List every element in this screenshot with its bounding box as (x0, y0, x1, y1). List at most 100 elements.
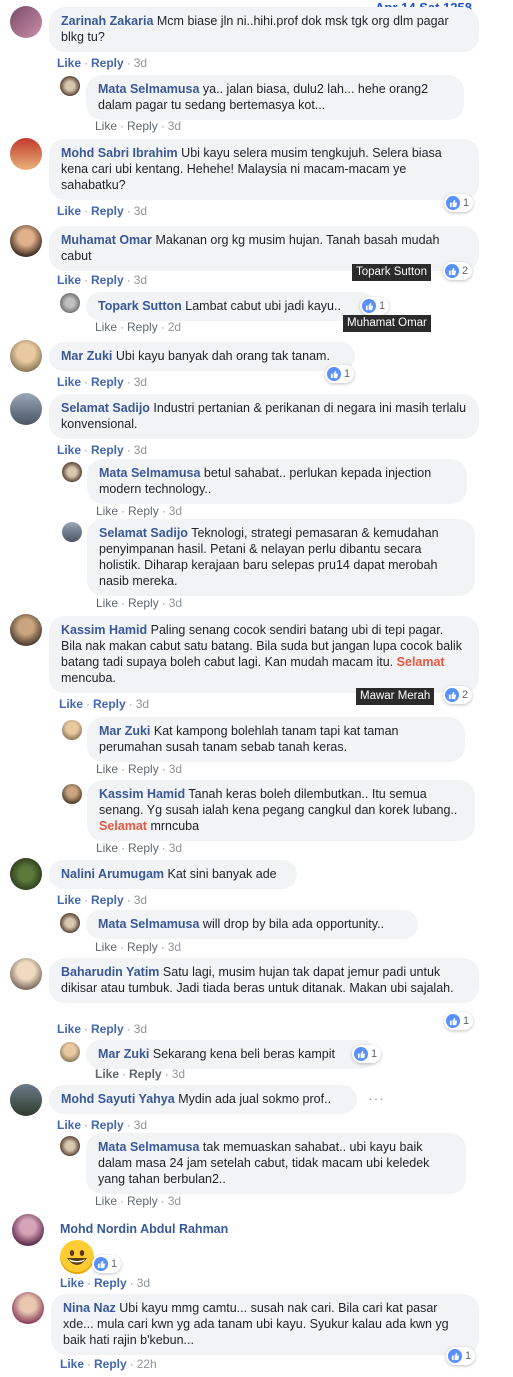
reply-link[interactable]: Reply (93, 697, 126, 711)
like-link[interactable]: Like (95, 320, 117, 334)
reply-link[interactable]: Reply (91, 443, 124, 457)
avatar[interactable] (12, 1214, 44, 1246)
avatar[interactable] (60, 293, 80, 313)
avatar[interactable] (60, 913, 80, 933)
reply-link[interactable]: Reply (94, 1276, 127, 1290)
avatar[interactable] (10, 138, 42, 170)
timestamp[interactable]: 3d (169, 762, 182, 776)
comment-author[interactable]: Muhamat Omar (61, 233, 152, 247)
avatar[interactable] (10, 393, 42, 425)
reaction-count[interactable]: 1 (352, 1045, 382, 1063)
timestamp[interactable]: 3d (134, 893, 147, 907)
avatar[interactable] (62, 462, 82, 482)
like-link[interactable]: Like (60, 1357, 84, 1371)
comment-author[interactable]: Mar Zuki (99, 724, 150, 738)
timestamp[interactable]: 3d (168, 119, 181, 133)
timestamp[interactable]: 22h (137, 1357, 157, 1371)
like-link[interactable]: Like (60, 1276, 84, 1290)
timestamp[interactable]: 3d (169, 596, 182, 610)
reply-link[interactable]: Reply (91, 1022, 124, 1036)
comment-author[interactable]: Mohd Sabri Ibrahim (61, 146, 178, 160)
reply-link[interactable]: Reply (128, 762, 159, 776)
like-link[interactable]: Like (96, 762, 118, 776)
timestamp[interactable]: 3d (137, 1276, 150, 1290)
like-link[interactable]: Like (57, 204, 81, 218)
avatar[interactable] (60, 1136, 80, 1156)
like-link[interactable]: Like (57, 1022, 81, 1036)
like-link[interactable]: Like (57, 56, 81, 70)
comment-author[interactable]: Zarinah Zakaria (61, 14, 153, 28)
comment-author[interactable]: Mata Selmamusa (98, 917, 199, 931)
avatar[interactable] (10, 858, 42, 890)
avatar[interactable] (62, 522, 82, 542)
comment-author[interactable]: Nalini Arumugam (61, 867, 164, 881)
reaction-count[interactable]: 1 (444, 194, 474, 212)
reaction-count[interactable]: 1 (446, 1347, 476, 1365)
avatar[interactable] (10, 225, 42, 257)
reaction-count[interactable]: 1 (92, 1255, 122, 1273)
avatar[interactable] (62, 720, 82, 740)
timestamp[interactable]: 3d (134, 443, 147, 457)
like-link[interactable]: Like (95, 1194, 117, 1208)
reply-link[interactable]: Reply (127, 119, 158, 133)
timestamp[interactable]: 3d (169, 504, 182, 518)
avatar[interactable] (60, 1042, 80, 1062)
avatar[interactable] (10, 614, 42, 646)
comment-author[interactable]: Mohd Sayuti Yahya (61, 1092, 175, 1106)
reply-link[interactable]: Reply (128, 596, 159, 610)
comment-author[interactable]: Mar Zuki (61, 349, 112, 363)
timestamp[interactable]: 3d (134, 375, 147, 389)
avatar[interactable] (10, 6, 42, 38)
avatar[interactable] (10, 1084, 42, 1116)
reaction-count[interactable]: 2 (443, 686, 473, 704)
reaction-count[interactable]: 2 (443, 262, 473, 280)
like-link[interactable]: Like (57, 443, 81, 457)
timestamp[interactable]: 3d (134, 56, 147, 70)
reaction-count[interactable]: 1 (444, 1012, 474, 1030)
reply-link[interactable]: Reply (127, 940, 158, 954)
comment-author[interactable]: Mar Zuki (98, 1047, 149, 1061)
avatar[interactable] (62, 784, 82, 804)
avatar[interactable] (12, 1292, 44, 1324)
like-link[interactable]: Like (57, 893, 81, 907)
avatar[interactable] (10, 958, 42, 990)
reply-link[interactable]: Reply (91, 273, 124, 287)
comment-author[interactable]: Selamat Sadijo (61, 401, 150, 415)
comment-author[interactable]: Mohd Nordin Abdul Rahman (60, 1222, 228, 1236)
reply-link[interactable]: Reply (128, 841, 159, 855)
reaction-count[interactable]: 1 (360, 297, 390, 315)
timestamp[interactable]: 2d (168, 320, 181, 334)
comment-author[interactable]: Mata Selmamusa (98, 1140, 199, 1154)
timestamp[interactable]: 3d (134, 1022, 147, 1036)
timestamp[interactable]: 3d (169, 841, 182, 855)
avatar[interactable] (60, 76, 80, 96)
comment-author[interactable]: Nina Naz (63, 1301, 116, 1315)
reply-link[interactable]: Reply (91, 56, 124, 70)
like-link[interactable]: Like (59, 697, 83, 711)
comment-author[interactable]: Selamat Sadijo (99, 526, 188, 540)
reply-link[interactable]: Reply (129, 1067, 162, 1081)
timestamp[interactable]: 3d (134, 1118, 147, 1132)
like-link[interactable]: Like (95, 1067, 119, 1081)
like-link[interactable]: Like (96, 596, 118, 610)
reply-link[interactable]: Reply (127, 320, 158, 334)
reply-link[interactable]: Reply (91, 204, 124, 218)
comment-author[interactable]: Mata Selmamusa (99, 466, 200, 480)
timestamp[interactable]: 3d (134, 204, 147, 218)
timestamp[interactable]: 3d (172, 1067, 185, 1081)
avatar[interactable] (10, 340, 42, 372)
like-link[interactable]: Like (95, 119, 117, 133)
timestamp[interactable]: 3d (168, 940, 181, 954)
like-link[interactable]: Like (57, 375, 81, 389)
comment-author[interactable]: Kassim Hamid (61, 623, 147, 637)
like-link[interactable]: Like (96, 841, 118, 855)
reply-link[interactable]: Reply (128, 504, 159, 518)
timestamp[interactable]: 3d (136, 697, 149, 711)
timestamp[interactable]: 3d (134, 273, 147, 287)
reply-link[interactable]: Reply (127, 1194, 158, 1208)
reply-link[interactable]: Reply (94, 1357, 127, 1371)
comment-author[interactable]: Baharudin Yatim (61, 965, 159, 979)
like-link[interactable]: Like (57, 273, 81, 287)
like-link[interactable]: Like (57, 1118, 81, 1132)
more-options-icon[interactable]: ··· (368, 1090, 385, 1106)
